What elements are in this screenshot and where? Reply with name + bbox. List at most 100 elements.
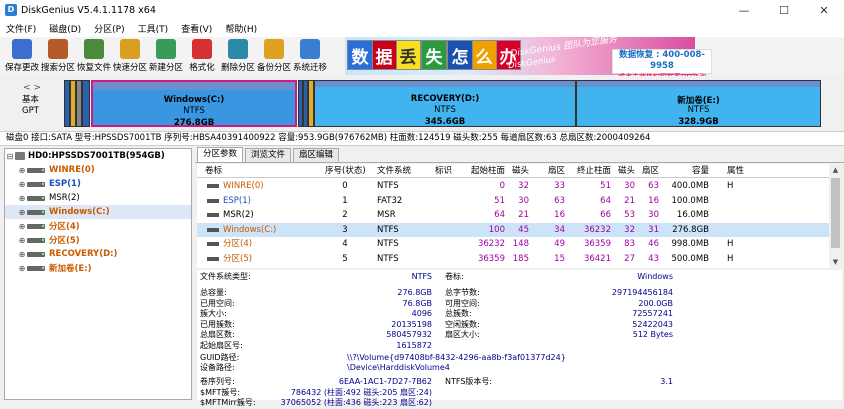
expand-icon[interactable]: ⊕ [17, 180, 27, 189]
tree-disk-row[interactable]: ⊟ HD0:HPSSDS7001TB(954GB) [5, 149, 191, 163]
segment-name: RECOVERY(D:) [410, 94, 480, 104]
detail-label: 已用簇数: [200, 319, 235, 329]
scroll-down-icon[interactable]: ▼ [829, 256, 842, 268]
expand-icon[interactable]: ⊕ [17, 250, 27, 259]
column-header[interactable]: 磁头 [507, 164, 529, 178]
tree-partition-row[interactable]: ⊕ 分区(4) [5, 219, 191, 233]
toolbar-button-backup[interactable]: 备份分区 [256, 37, 292, 73]
column-header[interactable]: 序号(状态) [325, 164, 366, 178]
toolbar-button-format[interactable]: 格式化 [184, 37, 220, 73]
table-cell: 27 [624, 253, 635, 264]
menu-tools[interactable]: 工具(T) [138, 22, 169, 35]
banner-char: 失 [421, 40, 447, 70]
disk-type-basic: 基本 [22, 95, 40, 105]
minimize-button[interactable]: — [724, 0, 764, 20]
column-header[interactable]: 标识 [435, 164, 455, 178]
table-row[interactable]: WINRE(0) 0 NTFS 0 32 33 51 30 63 400.0MB H [197, 179, 829, 193]
table-cell: 36421 [583, 253, 611, 264]
table-cell: 998.0MB [671, 239, 710, 249]
table-cell: 500.0MB [671, 253, 710, 264]
detail-value: 52422043 [632, 319, 673, 329]
expand-icon[interactable]: ⊕ [17, 194, 27, 203]
table-cell: 276.8GB [672, 224, 709, 235]
table-row[interactable]: Windows(C:) 3 NTFS 100 45 34 36232 32 31 276.8GB [197, 222, 829, 237]
toolbar-button-search[interactable]: 搜索分区 [40, 37, 76, 73]
delete-icon [228, 39, 248, 59]
support-phone-box[interactable]: 数据恢复 : 400-008-9958 或点击此处扫码联系QQ咨询 [612, 49, 712, 81]
detail-label: 设备路径: [200, 363, 235, 372]
detail-row: 已用簇数: 20135198 空闲簇数: 52422043 [197, 320, 842, 331]
collapse-icon[interactable]: ⊟ [5, 152, 15, 161]
disk-segment-recovery-d[interactable]: RECOVERY(D:) NTFS 345.6GB [314, 80, 576, 127]
prev-disk-icon[interactable]: < [23, 83, 31, 93]
disk-segment-new-volume-e[interactable]: 新加卷(E:) NTFS 328.9GB [576, 80, 821, 127]
row-volume-label: Windows(C:) [223, 224, 277, 235]
tab-bar: 分区参数 浏览文件 扇区编辑 [195, 147, 844, 163]
menu-file[interactable]: 文件(F) [6, 22, 36, 35]
toolbar-button-new-partition[interactable]: 新建分区 [148, 37, 184, 73]
toolbar-button-save[interactable]: 保存更改 [4, 37, 40, 73]
toolbar-button-migrate[interactable]: 系统迁移 [292, 37, 328, 73]
maximize-button[interactable]: ☐ [764, 0, 804, 20]
detail-value: 76.8GB [402, 298, 433, 308]
column-header[interactable]: 文件系统 [377, 164, 417, 178]
tree-partition-row[interactable]: ⊕ 分区(5) [5, 233, 191, 247]
column-header[interactable]: 容量 [665, 164, 709, 178]
table-cell: 0 [342, 181, 348, 191]
tree-partition-row[interactable]: ⊕ WINRE(0) [5, 163, 191, 177]
table-cell: 34 [554, 224, 565, 235]
expand-icon[interactable]: ⊕ [17, 166, 27, 175]
detail-value: 297194456184 [611, 288, 673, 297]
toolbar-button-quick-partition[interactable]: 快速分区 [112, 37, 148, 73]
table-row[interactable]: 分区(5) 5 NTFS 36359 185 15 36421 27 43 500.0MB H [197, 252, 829, 266]
detail-row: 总扇区数: 580457932 扇区大小: 512 Bytes [197, 330, 842, 341]
column-header[interactable]: 磁头 [611, 164, 635, 178]
tree-partition-row[interactable]: ⊕ Windows(C:) [5, 205, 191, 219]
table-cell: 16 [554, 210, 565, 220]
table-cell: 36232 [583, 224, 611, 235]
column-header[interactable]: 属性 [727, 164, 744, 178]
table-cell: 49 [554, 239, 565, 249]
table-cell: 51 [494, 195, 505, 206]
menu-view[interactable]: 查看(V) [181, 22, 212, 35]
expand-icon[interactable]: ⊕ [17, 264, 27, 273]
tree-partition-row[interactable]: ⊕ MSR(2) [5, 191, 191, 205]
scroll-up-icon[interactable]: ▲ [829, 164, 842, 176]
column-header[interactable]: 终止柱面 [569, 164, 611, 178]
table-row[interactable]: 分区(4) 4 NTFS 36232 148 49 36359 83 46 998.0MB H [197, 237, 829, 251]
detail-label: 簇大小: [200, 309, 227, 318]
column-header[interactable]: 扇区 [639, 164, 659, 178]
close-button[interactable]: ✕ [804, 0, 844, 20]
menu-help[interactable]: 帮助(H) [225, 22, 257, 35]
table-cell [435, 208, 455, 222]
tab-sector-editor[interactable]: 扇区编辑 [293, 148, 340, 162]
tab-browse-files[interactable]: 浏览文件 [245, 148, 292, 162]
toolbar-button-recover[interactable]: 恢复文件 [76, 37, 112, 73]
scroll-thumb[interactable] [831, 178, 840, 248]
menu-partition[interactable]: 分区(P) [94, 22, 124, 35]
disk-segment-windows-c[interactable]: Windows(C:) NTFS 276.8GB [91, 80, 297, 128]
expand-icon[interactable]: ⊕ [17, 208, 27, 217]
tree-partition-row[interactable]: ⊕ RECOVERY(D:) [5, 247, 191, 261]
column-header[interactable]: 卷标 [205, 164, 325, 178]
tab-partition-params[interactable]: 分区参数 [197, 147, 244, 162]
table-row[interactable]: ESP(1) 1 FAT32 51 30 63 64 21 16 100.0MB [197, 194, 829, 208]
banner-slogan: DiskGenius 团队为您服务 [510, 37, 618, 60]
disk-segment-small[interactable] [82, 80, 90, 127]
column-header[interactable]: 扇区 [545, 164, 565, 178]
tree-partition-row[interactable]: ⊕ 新加卷(E:) [5, 261, 191, 275]
table-cell [435, 237, 455, 251]
partition-table: 卷标 序号(状态) 文件系统 标识 起始柱面 磁头 扇区 终止柱面 磁头 扇区 容量 属性 WINRE(… [197, 164, 829, 268]
column-header[interactable]: 起始柱面 [459, 164, 505, 178]
menu-disk[interactable]: 磁盘(D) [49, 22, 81, 35]
tree-partition-row[interactable]: ⊕ ESP(1) [5, 177, 191, 191]
partition-icon [207, 184, 219, 188]
expand-icon[interactable]: ⊕ [17, 222, 27, 231]
next-disk-icon[interactable]: > [33, 83, 41, 93]
table-scrollbar[interactable]: ▲ ▼ [829, 164, 842, 268]
disk-nav[interactable]: < > [22, 82, 42, 94]
table-row[interactable]: MSR(2) 2 MSR 64 21 16 66 53 30 16.0MB [197, 208, 829, 222]
detail-value: 512 Bytes [632, 330, 673, 339]
toolbar-button-delete[interactable]: 删除分区 [220, 37, 256, 73]
expand-icon[interactable]: ⊕ [17, 236, 27, 245]
